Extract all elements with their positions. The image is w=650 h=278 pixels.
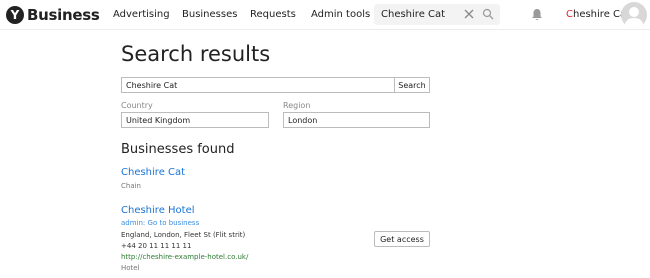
business-category: Hotel	[121, 264, 140, 272]
get-access-button[interactable]: Get access	[374, 231, 430, 247]
logo-text: Business	[27, 6, 100, 24]
region-field[interactable]	[283, 112, 430, 128]
logo[interactable]: Y Business	[6, 6, 100, 24]
business-search-input[interactable]	[121, 77, 395, 93]
search-button[interactable]: Search	[394, 77, 430, 93]
avatar[interactable]	[621, 2, 647, 28]
top-header: Y Business Advertising Businesses Reques…	[0, 0, 650, 30]
business-name-link[interactable]: Cheshire Hotel	[121, 205, 195, 216]
user-name-initial: C	[566, 9, 573, 20]
user-avatar-icon	[624, 7, 644, 28]
header-search-input[interactable]	[381, 7, 459, 22]
country-field[interactable]	[121, 112, 269, 128]
business-name-link[interactable]: Cheshire Cat	[121, 167, 185, 178]
nav-admin-tools[interactable]: Admin tools	[311, 9, 370, 20]
region-label: Region	[283, 101, 311, 110]
business-address: England, London, Fleet St (Flit strit)	[121, 231, 246, 239]
header-search-box	[374, 4, 500, 25]
page-title: Search results	[121, 42, 271, 66]
country-label: Country	[121, 101, 153, 110]
bell-icon[interactable]	[531, 8, 543, 21]
nav-businesses[interactable]: Businesses	[182, 9, 237, 20]
business-phone: +44 20 11 11 11 11	[121, 242, 192, 250]
search-icon[interactable]	[482, 8, 494, 20]
businesses-found-heading: Businesses found	[121, 142, 235, 157]
business-category: Chain	[121, 182, 141, 190]
logo-mark: Y	[6, 6, 24, 24]
admin-go-to-business-link[interactable]: admin: Go to business	[121, 219, 199, 227]
nav-requests[interactable]: Requests	[250, 9, 296, 20]
nav-advertising[interactable]: Advertising	[113, 9, 170, 20]
business-website-link[interactable]: http://cheshire-example-hotel.co.uk/	[121, 253, 248, 261]
close-icon[interactable]	[463, 8, 475, 20]
